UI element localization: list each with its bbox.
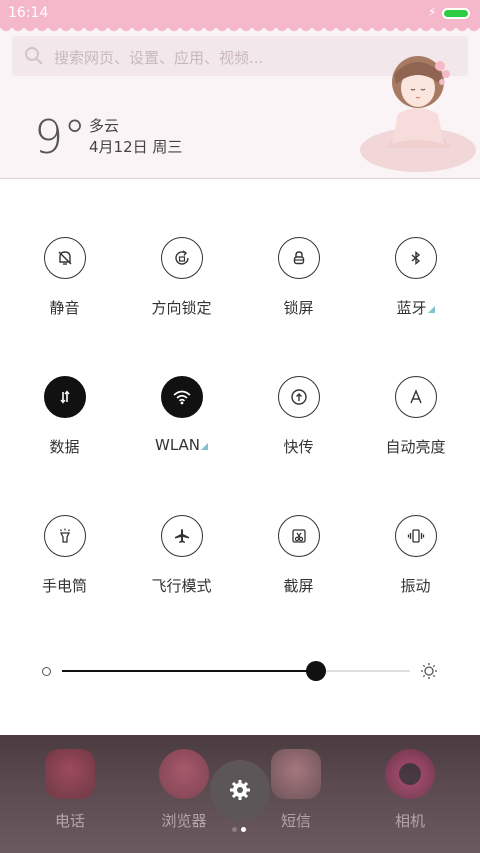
toggle-label: 蓝牙: [396, 299, 427, 317]
page-dot-active: [241, 827, 246, 832]
data-arrows-icon: [43, 376, 86, 418]
toggle-label: 方向锁定: [151, 299, 212, 317]
toggle-lock-screen[interactable]: 锁屏: [240, 237, 357, 318]
brightness-high-icon: [421, 663, 437, 679]
status-bar: 16:14 ⚡: [0, 0, 480, 28]
phone-app-icon: [45, 749, 95, 799]
expand-indicator-icon: [201, 443, 208, 450]
toggle-label: WLAN: [154, 436, 200, 454]
airplane-icon: [160, 515, 203, 557]
dock-app-phone[interactable]: 电话: [10, 735, 130, 853]
notification-header: 搜索网页、设置、应用、视频... 9° 多云 4月12日 周三: [0, 26, 480, 179]
expand-indicator-icon: [427, 306, 435, 313]
brightness-thumb[interactable]: [306, 661, 326, 681]
bluetooth-icon: [394, 237, 437, 279]
wallpaper-doll-image: [360, 56, 476, 172]
toggle-rotation-lock[interactable]: 方向锁定: [123, 237, 240, 318]
toggle-label: 数据: [49, 438, 80, 456]
brightness-fill: [62, 670, 316, 672]
toggle-label: 锁屏: [283, 299, 314, 317]
toggle-bluetooth[interactable]: 蓝牙: [357, 237, 474, 318]
messages-app-icon: [271, 749, 321, 799]
letter-a-icon: [394, 376, 437, 418]
wifi-icon: [160, 376, 203, 418]
toggle-mobile-data[interactable]: 数据: [6, 376, 123, 457]
settings-button[interactable]: [210, 760, 270, 820]
search-placeholder: 搜索网页、设置、应用、视频...: [54, 49, 264, 67]
date-label: 4月12日 周三: [89, 138, 183, 156]
dock-label: 电话: [54, 812, 85, 830]
weather-condition: 多云: [89, 117, 120, 135]
brightness-track[interactable]: [62, 661, 410, 681]
rotation-lock-icon: [160, 237, 203, 279]
dock-label: 相机: [394, 812, 425, 830]
toggle-quick-transfer[interactable]: 快传: [240, 376, 357, 457]
page-dot: [232, 827, 237, 832]
lock-icon: [277, 237, 320, 279]
toggle-label: 手电筒: [41, 577, 87, 595]
bell-slash-icon: [43, 237, 86, 279]
toggle-label: 静音: [49, 299, 80, 317]
page-indicator: [232, 827, 252, 833]
camera-app-icon: [385, 749, 435, 799]
toggle-airplane-mode[interactable]: 飞行模式: [123, 515, 240, 596]
charging-icon: ⚡: [428, 5, 437, 19]
toggle-label: 截屏: [283, 577, 314, 595]
battery-icon: [442, 8, 470, 19]
vibrate-icon: [394, 515, 437, 557]
status-bar-scallop: [0, 26, 480, 34]
clock: 16:14: [8, 5, 49, 21]
toggle-label-wrap: 蓝牙: [357, 297, 474, 318]
brightness-low-icon: [42, 667, 51, 676]
toggle-silent[interactable]: 静音: [6, 237, 123, 318]
temperature: 9°: [34, 110, 87, 164]
toggle-wlan[interactable]: WLAN: [123, 376, 240, 454]
toggle-flashlight[interactable]: 手电筒: [6, 515, 123, 596]
toggle-label: 飞行模式: [151, 577, 212, 595]
browser-app-icon: [159, 749, 209, 799]
screenshot-scissors-icon: [277, 515, 320, 557]
flashlight-icon: [43, 515, 86, 557]
toggle-screenshot[interactable]: 截屏: [240, 515, 357, 596]
toggle-auto-brightness[interactable]: 自动亮度: [357, 376, 474, 457]
toggle-label: 自动亮度: [385, 438, 446, 456]
gear-icon: [230, 780, 250, 800]
toggle-vibrate[interactable]: 振动: [357, 515, 474, 596]
toggle-label: 快传: [283, 438, 314, 456]
brightness-slider[interactable]: [0, 660, 480, 684]
search-icon: [25, 47, 43, 65]
dock-app-camera[interactable]: 相机: [350, 735, 470, 853]
toggle-label: 振动: [400, 577, 431, 595]
toggle-label-wrap: WLAN: [123, 436, 240, 454]
upload-icon: [277, 376, 320, 418]
